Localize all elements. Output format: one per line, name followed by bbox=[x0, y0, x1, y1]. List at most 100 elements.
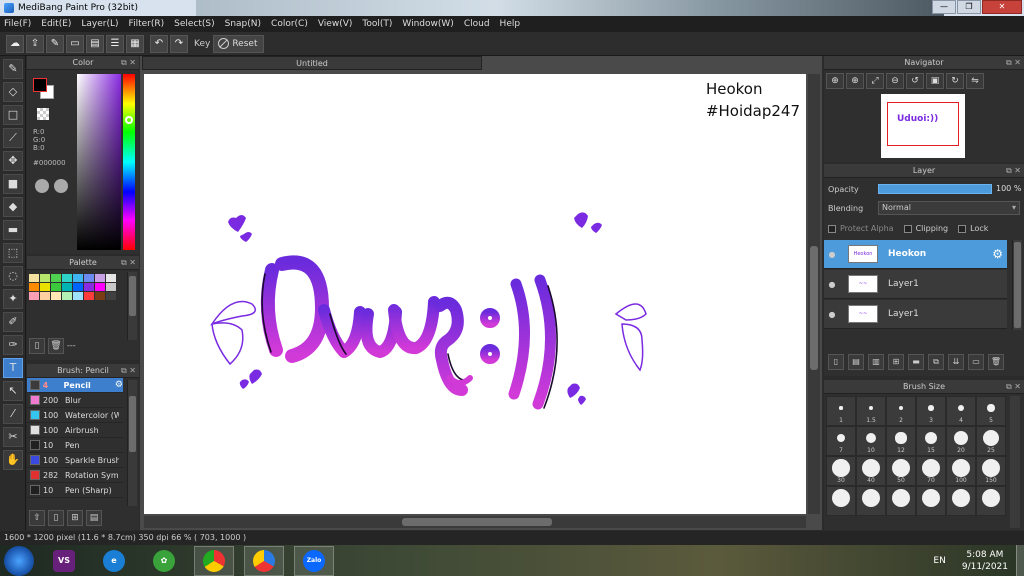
gear-icon[interactable]: ⚙ bbox=[992, 247, 1003, 261]
layer-item-heokon[interactable]: ● Heokon Heokon ⚙ bbox=[824, 240, 1007, 269]
canvas-vertical-scrollbar[interactable] bbox=[808, 74, 820, 514]
zoom-out-icon[interactable]: ⊖ bbox=[886, 73, 904, 89]
panel-float-icon[interactable]: ⧉ ✕ bbox=[1006, 380, 1021, 394]
fill-rect-tool-icon[interactable]: ■ bbox=[3, 174, 23, 194]
new-swatch-icon[interactable]: ▯ bbox=[29, 338, 45, 354]
menu-edit[interactable]: Edit(E) bbox=[41, 19, 71, 29]
taskbar-vpn-app[interactable]: ✿ bbox=[144, 546, 184, 576]
new-8bit-layer-icon[interactable]: ▥ bbox=[868, 354, 884, 370]
palette-swatch[interactable] bbox=[84, 283, 94, 291]
cloud-icon[interactable]: ☁ bbox=[6, 34, 24, 53]
palette-swatch[interactable] bbox=[62, 292, 72, 300]
brush-size-cell[interactable]: 70 bbox=[916, 456, 946, 486]
magic-wand-tool-icon[interactable]: ✦ bbox=[3, 289, 23, 309]
brush-size-cell[interactable]: 100 bbox=[946, 456, 976, 486]
visibility-icon[interactable]: ● bbox=[824, 250, 840, 259]
menu-file[interactable]: File(F) bbox=[4, 19, 31, 29]
canvas-vertical-scroll-thumb[interactable] bbox=[810, 246, 818, 370]
layer-properties-icon[interactable]: ▭ bbox=[968, 354, 984, 370]
panel-float-icon[interactable]: ⧉ ✕ bbox=[121, 256, 136, 270]
brush-size-cell[interactable]: 150 bbox=[976, 456, 1006, 486]
brush-size-cell[interactable]: 5 bbox=[976, 396, 1006, 426]
menu-layer[interactable]: Layer(L) bbox=[81, 19, 118, 29]
dot-tool-icon[interactable]: ⟋ bbox=[3, 128, 23, 148]
brush-size-cell[interactable]: 3 bbox=[916, 396, 946, 426]
fit-icon[interactable]: ⤢ bbox=[866, 73, 884, 89]
menu-filter[interactable]: Filter(R) bbox=[129, 19, 165, 29]
move-tool-icon[interactable]: ✥ bbox=[3, 151, 23, 171]
palette-swatch[interactable] bbox=[106, 283, 116, 291]
palette-swatch[interactable] bbox=[95, 274, 105, 282]
gradient-tool-icon[interactable]: ▬ bbox=[3, 220, 23, 240]
canvas-horizontal-scroll-thumb[interactable] bbox=[402, 518, 552, 526]
palette-swatch[interactable] bbox=[106, 274, 116, 282]
menu-view[interactable]: View(V) bbox=[318, 19, 353, 29]
brush-item[interactable]: 100 Airbrush bbox=[27, 423, 123, 438]
opacity-slider[interactable] bbox=[878, 184, 992, 194]
palette-swatch[interactable] bbox=[51, 292, 61, 300]
layer-item-layer1-2[interactable]: ● ~~ Layer1 bbox=[824, 300, 1007, 329]
brush-size-cell[interactable]: 30 bbox=[826, 456, 856, 486]
taskbar-internet-explorer[interactable]: e bbox=[94, 546, 134, 576]
taskbar-chrome[interactable] bbox=[194, 545, 234, 576]
menu-select[interactable]: Select(S) bbox=[174, 19, 215, 29]
panel-float-icon[interactable]: ⧉ ✕ bbox=[121, 56, 136, 70]
menu-tool[interactable]: Tool(T) bbox=[362, 19, 392, 29]
brush-item[interactable]: 282 Rotation Sym bbox=[27, 468, 123, 483]
palette-swatch[interactable] bbox=[62, 274, 72, 282]
palette-swatch[interactable] bbox=[29, 283, 39, 291]
clipping-checkbox[interactable]: Clipping bbox=[903, 224, 948, 233]
brush-settings-icon[interactable]: ▤ bbox=[86, 510, 102, 526]
duplicate-layer-icon[interactable]: ⧉ bbox=[928, 354, 944, 370]
brush-item[interactable]: 10 Pen bbox=[27, 438, 123, 453]
palette-swatch[interactable] bbox=[73, 292, 83, 300]
navigator-view-frame[interactable] bbox=[887, 102, 959, 146]
panel-float-icon[interactable]: ⧉ ✕ bbox=[1006, 56, 1021, 70]
delete-swatch-icon[interactable]: 🗑 bbox=[48, 338, 64, 354]
undo-icon[interactable]: ↶ bbox=[150, 34, 168, 53]
palette-swatch[interactable] bbox=[95, 292, 105, 300]
brush-size-cell[interactable]: 50 bbox=[886, 456, 916, 486]
maximize-button[interactable]: ❐ bbox=[957, 0, 981, 14]
text-tool-icon[interactable]: T bbox=[3, 358, 23, 378]
palette-swatch[interactable] bbox=[73, 274, 83, 282]
menu-help[interactable]: Help bbox=[500, 19, 521, 29]
brush-size-cell[interactable]: 12 bbox=[886, 426, 916, 456]
document-icon[interactable]: ▤ bbox=[86, 34, 104, 53]
palette-swatch[interactable] bbox=[51, 283, 61, 291]
hue-slider[interactable] bbox=[123, 74, 135, 250]
brush-size-scrollbar[interactable] bbox=[1010, 396, 1020, 528]
palette-swatch[interactable] bbox=[40, 283, 50, 291]
bucket-tool-icon[interactable]: ◆ bbox=[3, 197, 23, 217]
palette-swatch[interactable] bbox=[29, 292, 39, 300]
brush-size-cell[interactable]: 10 bbox=[856, 426, 886, 456]
palette-swatch[interactable] bbox=[73, 283, 83, 291]
select-eraser-tool-icon[interactable]: ✑ bbox=[3, 335, 23, 355]
palette-swatch[interactable] bbox=[84, 274, 94, 282]
minimize-button[interactable]: — bbox=[932, 0, 956, 14]
visibility-icon[interactable]: ● bbox=[824, 310, 840, 319]
visibility-icon[interactable]: ● bbox=[824, 280, 840, 289]
brush-size-cell[interactable]: 2 bbox=[886, 396, 916, 426]
blending-select[interactable]: Normal bbox=[878, 201, 1020, 215]
language-indicator[interactable]: EN bbox=[933, 556, 945, 566]
start-button[interactable] bbox=[4, 545, 34, 576]
flip-icon[interactable]: ⇋ bbox=[966, 73, 984, 89]
brush-item[interactable]: 200 Blur bbox=[27, 393, 123, 408]
brush-size-cell[interactable]: 40 bbox=[856, 456, 886, 486]
folder-icon[interactable]: ▬ bbox=[908, 354, 924, 370]
brush-size-cell[interactable] bbox=[946, 486, 976, 516]
brush-new-icon[interactable]: ▯ bbox=[48, 510, 64, 526]
select-pen-tool-icon[interactable]: ✐ bbox=[3, 312, 23, 332]
redo-icon[interactable]: ↷ bbox=[170, 34, 188, 53]
navigator-preview[interactable]: Uduoi:)) bbox=[881, 94, 965, 158]
lasso-tool-icon[interactable]: ◌ bbox=[3, 266, 23, 286]
taskbar-zalo[interactable]: Zalo bbox=[294, 545, 334, 576]
add-layer-dropdown-icon[interactable]: ⊞ bbox=[888, 354, 904, 370]
layer-scrollbar-thumb[interactable] bbox=[1014, 242, 1021, 328]
brush-cloud-icon[interactable]: ⇧ bbox=[29, 510, 45, 526]
brush-size-cell[interactable]: 15 bbox=[916, 426, 946, 456]
gear-icon[interactable]: ⚙ bbox=[115, 380, 123, 390]
palette-swatch[interactable] bbox=[95, 283, 105, 291]
zoom-in-icon[interactable]: ⊕ bbox=[826, 73, 844, 89]
